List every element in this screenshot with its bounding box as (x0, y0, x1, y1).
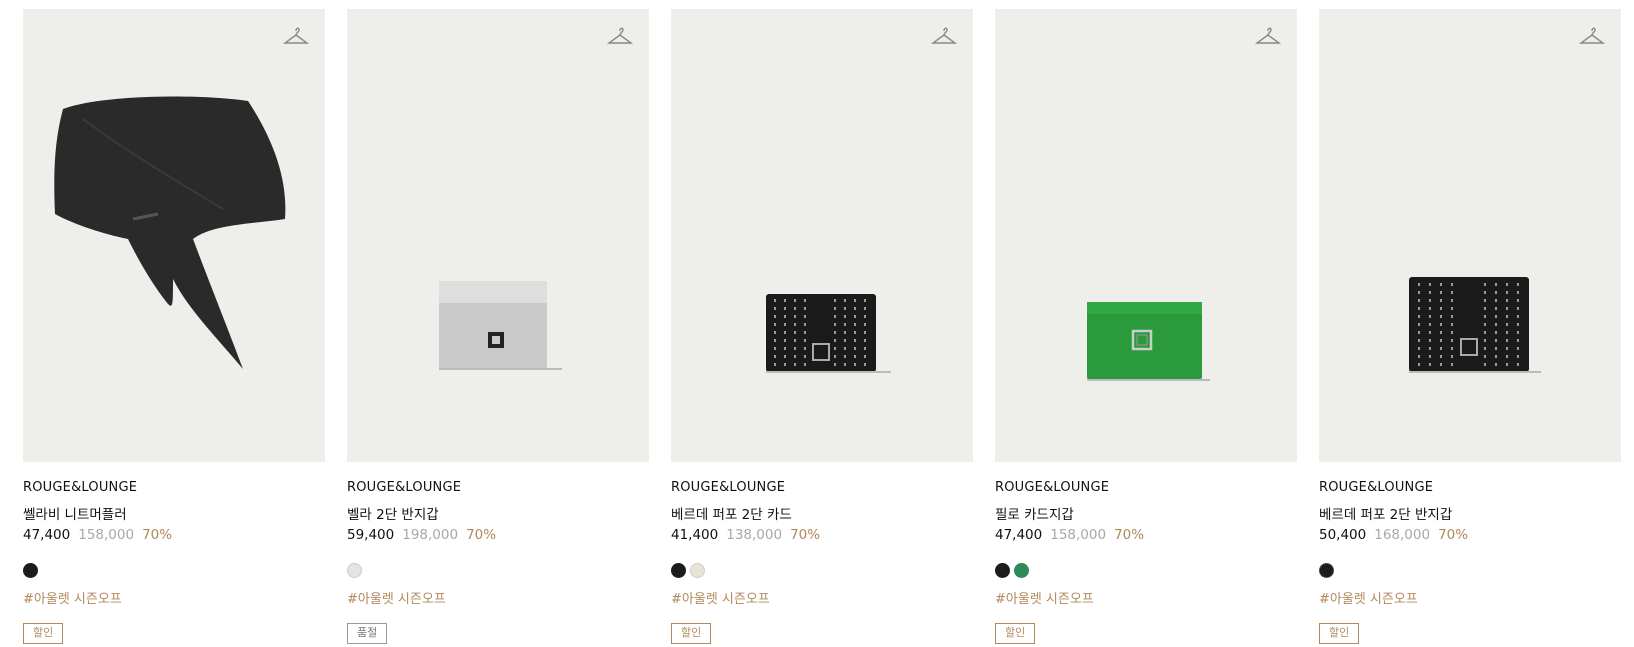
price-row: 41,400 138,000 70% (671, 527, 973, 545)
product-name[interactable]: 베르데 퍼포 2단 반지갑 (1319, 503, 1621, 523)
hanger-icon[interactable] (1579, 25, 1605, 47)
hanger-icon[interactable] (1255, 25, 1281, 47)
product-card[interactable]: ROUGE&LOUNGE 베르데 퍼포 2단 반지갑 50,400 168,000… (1319, 9, 1621, 644)
sale-price: 41,400 (671, 527, 719, 543)
price-row: 47,400 158,000 70% (995, 527, 1297, 545)
product-name[interactable]: 필로 카드지갑 (995, 503, 1297, 523)
price-row: 50,400 168,000 70% (1319, 527, 1621, 545)
dotted-bifold-wallet-image (1409, 277, 1541, 373)
product-name[interactable]: 벨라 2단 반지갑 (347, 503, 649, 523)
discount-rate: 70% (790, 527, 821, 543)
hashtag-link[interactable]: #아울렛 시즌오프 (23, 588, 325, 607)
color-swatch[interactable] (1014, 563, 1029, 578)
color-swatch[interactable] (347, 563, 362, 578)
product-card[interactable]: ROUGE&LOUNGE 벨라 2단 반지갑 59,400 198,000 70% … (347, 9, 649, 644)
sale-price: 47,400 (23, 527, 71, 543)
green-wallet-image (1087, 302, 1210, 381)
product-image[interactable] (23, 9, 325, 462)
hanger-icon[interactable] (931, 25, 957, 47)
product-grid: ROUGE&LOUNGE 쎌라비 니트머플러 47,400 158,000 70% … (23, 9, 1621, 644)
discount-badge: 할인 (23, 623, 64, 644)
original-price: 198,000 (402, 527, 459, 543)
discount-rate: 70% (466, 527, 497, 543)
color-swatches (671, 563, 973, 579)
product-card[interactable]: ROUGE&LOUNGE 베르데 퍼포 2단 카드 41,400 138,000 7… (671, 9, 973, 644)
product-name[interactable]: 쎌라비 니트머플러 (23, 503, 325, 523)
hanger-icon[interactable] (607, 25, 633, 47)
product-image[interactable] (995, 9, 1297, 462)
color-swatch[interactable] (23, 563, 38, 578)
muffler-image (54, 96, 286, 369)
original-price: 158,000 (78, 527, 135, 543)
hanger-icon[interactable] (283, 25, 309, 47)
product-card[interactable]: ROUGE&LOUNGE 쎌라비 니트머플러 47,400 158,000 70% … (23, 9, 325, 644)
product-image[interactable] (671, 9, 973, 462)
discount-badge: 할인 (671, 623, 712, 644)
price-row: 47,400 158,000 70% (23, 527, 325, 545)
hashtag-link[interactable]: #아울렛 시즌오프 (1319, 588, 1621, 607)
discount-badge: 할인 (995, 623, 1036, 644)
discount-rate: 70% (142, 527, 173, 543)
product-brand: ROUGE&LOUNGE (347, 480, 462, 495)
original-price: 158,000 (1050, 527, 1107, 543)
color-swatch[interactable] (995, 563, 1010, 578)
soldout-badge: 품절 (347, 623, 388, 644)
color-swatches (995, 563, 1297, 579)
discount-rate: 70% (1438, 527, 1469, 543)
color-swatch[interactable] (1319, 563, 1334, 578)
product-brand: ROUGE&LOUNGE (1319, 480, 1434, 495)
product-brand: ROUGE&LOUNGE (23, 480, 138, 495)
sale-price: 47,400 (995, 527, 1043, 543)
product-image[interactable] (347, 9, 649, 462)
original-price: 138,000 (726, 527, 783, 543)
product-name[interactable]: 베르데 퍼포 2단 카드 (671, 503, 973, 523)
product-card[interactable]: ROUGE&LOUNGE 필로 카드지갑 47,400 158,000 70% #아… (995, 9, 1297, 644)
sale-price: 50,400 (1319, 527, 1367, 543)
sale-price: 59,400 (347, 527, 395, 543)
price-row: 59,400 198,000 70% (347, 527, 649, 545)
product-image[interactable] (1319, 9, 1621, 462)
discount-rate: 70% (1114, 527, 1145, 543)
product-brand: ROUGE&LOUNGE (671, 480, 786, 495)
color-swatch[interactable] (671, 563, 686, 578)
hashtag-link[interactable]: #아울렛 시즌오프 (995, 588, 1297, 607)
color-swatches (23, 563, 325, 579)
color-swatch[interactable] (690, 563, 705, 578)
original-price: 168,000 (1374, 527, 1431, 543)
hashtag-link[interactable]: #아울렛 시즌오프 (347, 588, 649, 607)
silver-wallet-image (439, 281, 562, 370)
color-swatches (347, 563, 649, 579)
product-brand: ROUGE&LOUNGE (995, 480, 1110, 495)
hashtag-link[interactable]: #아울렛 시즌오프 (671, 588, 973, 607)
color-swatches (1319, 563, 1621, 579)
discount-badge: 할인 (1319, 623, 1360, 644)
dotted-wallet-image (766, 294, 891, 373)
